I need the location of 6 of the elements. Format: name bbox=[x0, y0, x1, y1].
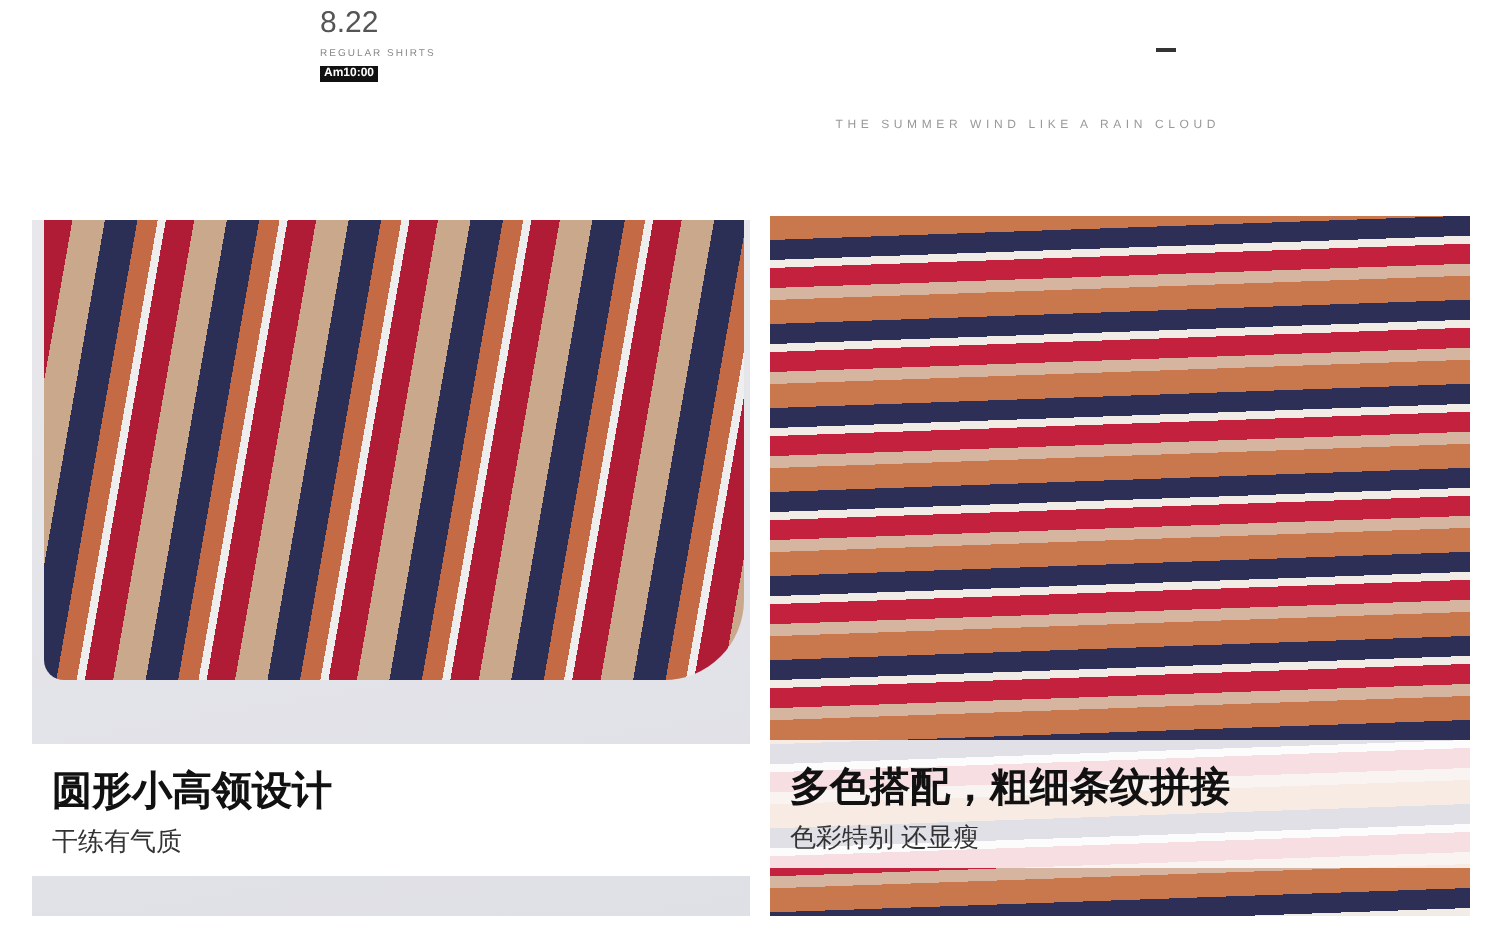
caption-subtitle: 干练有气质 bbox=[52, 824, 184, 860]
caption-subtitle: 色彩特别 还显瘦 bbox=[790, 820, 982, 856]
dash-mark bbox=[1156, 48, 1176, 51]
date-text: 8.22 bbox=[320, 8, 379, 40]
caption-title: 圆形小高领设计 bbox=[52, 768, 334, 816]
caption-title: 多色搭配，粗细条纹拼接 bbox=[790, 764, 1232, 812]
